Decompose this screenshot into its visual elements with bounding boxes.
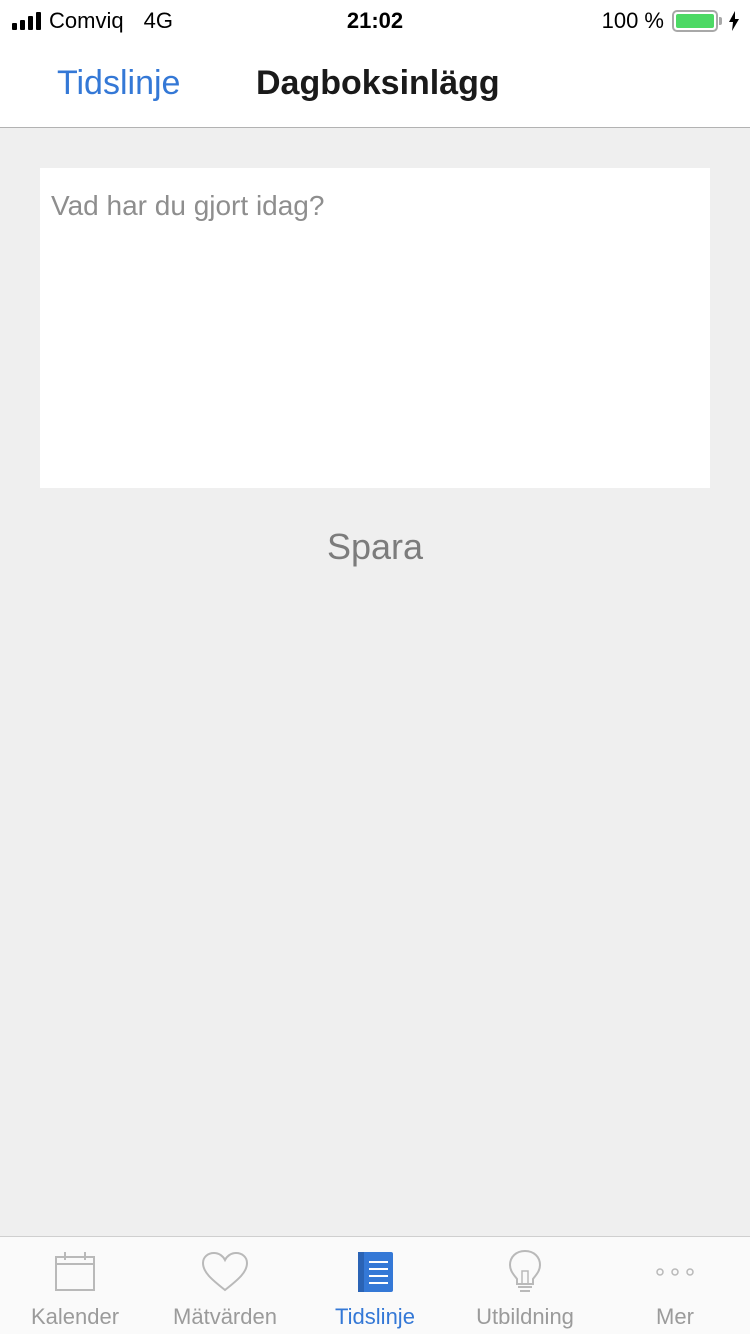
journal-icon [350, 1249, 400, 1295]
tab-utbildning[interactable]: Utbildning [450, 1237, 600, 1334]
navigation-bar: Tidslinje Dagboksinlägg [0, 40, 750, 128]
tab-kalender[interactable]: Kalender [0, 1237, 150, 1334]
tab-matvarden[interactable]: Mätvärden [150, 1237, 300, 1334]
tab-label: Mer [656, 1304, 694, 1329]
tab-label: Tidslinje [335, 1304, 415, 1329]
page-title: Dagboksinlägg [256, 64, 500, 102]
tab-label: Utbildning [476, 1304, 574, 1329]
charging-bolt-icon [729, 11, 739, 31]
more-icon [650, 1249, 700, 1295]
heart-icon [200, 1249, 250, 1295]
lightbulb-icon [500, 1249, 550, 1295]
entry-box [40, 168, 710, 488]
calendar-icon [50, 1249, 100, 1295]
tab-tidslinje[interactable]: Tidslinje [300, 1237, 450, 1334]
battery-icon [672, 10, 718, 32]
tab-mer[interactable]: Mer [600, 1237, 750, 1334]
diary-entry-screen: Comviq 4G 21:02 100 % Tidslinje Dagboksi… [0, 0, 750, 1334]
tab-label: Mätvärden [173, 1304, 277, 1329]
battery-nub [719, 17, 722, 25]
tab-label: Kalender [30, 1304, 120, 1329]
battery-percent: 100 % [601, 8, 664, 33]
tab-bar: Kalender Mätvärden Tidslinje Utbildning … [0, 1236, 750, 1334]
status-bar: Comviq 4G 21:02 100 % [0, 0, 750, 40]
battery-fill [676, 14, 714, 28]
status-right: 100 % [602, 8, 740, 34]
diary-entry-textarea[interactable] [40, 168, 710, 488]
back-button[interactable]: Tidslinje [57, 64, 180, 103]
save-button[interactable]: Spara [0, 522, 750, 572]
